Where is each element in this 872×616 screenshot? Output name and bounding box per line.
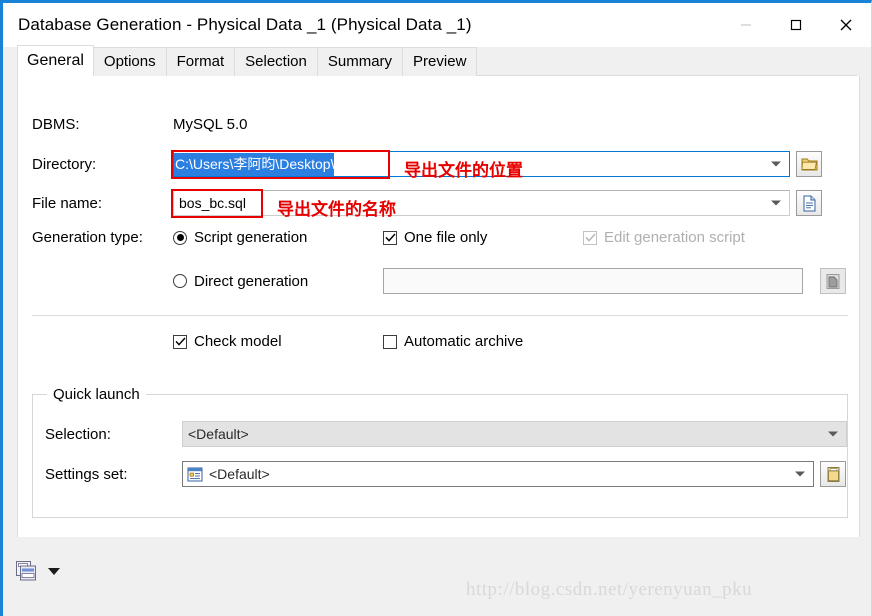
window-controls (721, 3, 871, 47)
dialog-footer: http://blog.csdn.net/yerenyuan_pku 确定 取消… (3, 537, 871, 616)
checkbox-edit-generation-script: Edit generation script (583, 229, 745, 246)
radio-unselected-icon (173, 274, 187, 288)
tab-options[interactable]: Options (92, 47, 167, 76)
quick-launch-group: Quick launch Selection: <Default> Settin… (32, 386, 848, 518)
folder-open-icon (827, 466, 839, 482)
tab-strip: General Options Format Selection Summary… (3, 45, 871, 76)
browse-file-button[interactable] (796, 190, 822, 216)
radio-script-generation-label: Script generation (194, 229, 308, 246)
generation-type-row: Generation type: Script generation One f… (32, 229, 745, 246)
document-icon (803, 195, 815, 211)
selection-dropdown[interactable]: <Default> (182, 421, 847, 447)
dbms-value: MySQL 5.0 (173, 116, 248, 133)
settings-set-value: <Default> (209, 466, 270, 482)
filename-row: File name: bos_bc.sql (32, 190, 822, 216)
settings-set-browse-button[interactable] (820, 461, 846, 487)
dbms-row: DBMS: MySQL 5.0 (32, 116, 247, 133)
browse-folder-button[interactable] (796, 151, 822, 177)
title-bar: Database Generation - Physical Data _1 (… (3, 3, 871, 47)
model-options-row: Check model Automatic archive (173, 333, 523, 350)
direct-generation-row: Direct generation (173, 268, 846, 294)
watermark-text: http://blog.csdn.net/yerenyuan_pku (466, 579, 753, 600)
dbms-label: DBMS: (32, 116, 80, 133)
minimize-icon[interactable] (721, 3, 771, 47)
chevron-down-icon[interactable] (771, 200, 781, 206)
report-icon (16, 561, 36, 581)
radio-direct-generation[interactable]: Direct generation (173, 273, 383, 290)
chevron-down-icon[interactable] (828, 431, 838, 437)
radio-script-generation[interactable]: Script generation (173, 229, 383, 246)
edit-generation-script-label: Edit generation script (604, 229, 745, 246)
radio-direct-generation-label: Direct generation (194, 272, 309, 290)
tab-general[interactable]: General (17, 45, 94, 76)
database-generation-dialog: Database Generation - Physical Data _1 (… (0, 0, 872, 616)
filename-annotation-text: 导出文件的名称 (277, 200, 396, 219)
folder-icon (801, 158, 817, 170)
close-icon[interactable] (821, 3, 871, 47)
checkbox-one-file-only[interactable]: One file only (383, 229, 583, 246)
check-model-label: Check model (194, 333, 282, 350)
checkbox-checked-icon (173, 334, 187, 349)
filename-value: bos_bc.sql (179, 195, 246, 211)
chevron-down-icon[interactable] (771, 161, 781, 167)
checkbox-checked-disabled-icon (583, 230, 597, 245)
section-divider (32, 315, 848, 316)
checkbox-checked-icon (383, 230, 397, 245)
checkbox-automatic-archive[interactable]: Automatic archive (383, 333, 523, 350)
settings-set-label: Settings set: (45, 465, 128, 483)
generation-type-label: Generation type: (32, 229, 143, 246)
settings-set-row: Settings set: <Default> (45, 461, 846, 487)
tab-summary[interactable]: Summary (316, 47, 404, 76)
automatic-archive-label: Automatic archive (404, 333, 524, 350)
radio-selected-icon (173, 230, 187, 245)
selection-value: <Default> (188, 426, 249, 442)
checkbox-check-model[interactable]: Check model (173, 333, 383, 350)
direct-generation-input[interactable] (383, 268, 803, 294)
general-tab-panel: DBMS: MySQL 5.0 Directory: C:\Users\李阿昀\… (17, 76, 860, 540)
maximize-icon[interactable] (771, 3, 821, 47)
directory-label: Directory: (32, 155, 97, 173)
direct-generation-browse-button (820, 268, 846, 294)
checkbox-unchecked-icon (383, 334, 397, 349)
filename-input[interactable]: bos_bc.sql (173, 190, 790, 216)
chevron-down-icon[interactable] (48, 567, 60, 575)
tab-selection[interactable]: Selection (234, 47, 318, 76)
settings-set-dropdown[interactable]: <Default> (182, 461, 814, 487)
report-menu[interactable] (15, 560, 60, 582)
selection-row: Selection: <Default> (45, 421, 847, 447)
selection-label: Selection: (45, 425, 111, 443)
quick-launch-title: Quick launch (47, 386, 146, 403)
directory-annotation-text: 导出文件的位置 (404, 161, 523, 180)
tab-format[interactable]: Format (165, 47, 236, 76)
one-file-only-label: One file only (404, 229, 488, 246)
directory-value: C:\Users\李阿昀\Desktop\ (174, 152, 335, 176)
settings-list-icon (187, 467, 203, 481)
window-title: Database Generation - Physical Data _1 (… (18, 15, 472, 34)
chevron-down-icon[interactable] (795, 471, 805, 477)
database-connect-icon (826, 273, 840, 289)
filename-label: File name: (32, 194, 103, 212)
tab-preview[interactable]: Preview (402, 47, 478, 76)
